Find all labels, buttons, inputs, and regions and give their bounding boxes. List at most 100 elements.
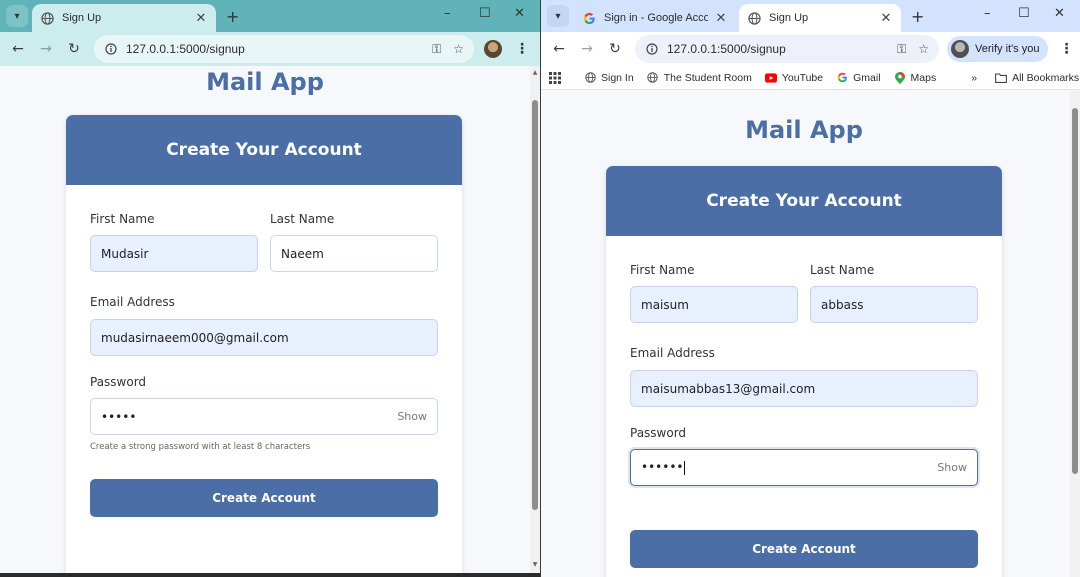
toolbar: ← → ↻ 127.0.0.1:5000/signup ⚿ ☆ ⋮	[0, 32, 540, 66]
password-key-icon[interactable]: ⚿	[432, 42, 441, 57]
menu-kebab-icon[interactable]: ⋮	[1056, 41, 1076, 57]
app-title: Mail App	[745, 116, 863, 144]
new-tab-button[interactable]: +	[911, 7, 924, 26]
app-title: Mail App	[206, 68, 324, 96]
first-name-value: Mudasir	[101, 246, 149, 261]
first-name-input[interactable]: Mudasir	[90, 235, 258, 272]
site-info-icon[interactable]	[104, 42, 118, 56]
menu-kebab-icon[interactable]: ⋮	[512, 41, 532, 57]
forward-arrow-icon[interactable]: →	[32, 35, 60, 63]
last-name-label: Last Name	[270, 212, 335, 226]
card-header: Create Your Account	[66, 115, 462, 185]
first-name-input[interactable]: maisum	[630, 286, 798, 323]
scroll-down-arrow-icon[interactable]: ▼	[531, 561, 539, 569]
scrollbar[interactable]	[1070, 91, 1080, 577]
tab-title: Sign Up	[769, 12, 809, 24]
password-label: Password	[90, 375, 147, 389]
address-bar[interactable]: 127.0.0.1:5000/signup ⚿ ☆	[635, 35, 939, 63]
taskbar-edge	[0, 573, 540, 577]
signup-card: Create Your Account First Name Mudasir L…	[66, 115, 462, 577]
folder-icon	[995, 72, 1008, 84]
email-value: mudasirnaeem000@gmail.com	[101, 330, 289, 345]
last-name-input[interactable]: abbass	[810, 286, 978, 323]
scrollbar-thumb[interactable]	[1072, 108, 1078, 474]
bookmark-star-icon[interactable]: ☆	[453, 42, 464, 56]
new-tab-button[interactable]: +	[226, 7, 239, 26]
forward-arrow-icon[interactable]: →	[573, 35, 601, 63]
email-input[interactable]: mudasirnaeem000@gmail.com	[90, 319, 438, 356]
bookmark-label: YouTube	[781, 71, 824, 84]
site-info-icon[interactable]	[645, 42, 659, 56]
bookmark-label: Sign In	[601, 71, 634, 84]
bookmark-student-room[interactable]: The Student Room	[647, 72, 752, 84]
screen: ▾ Sign Up ✕ + – ☐ ✕ ← → ↻ 127.0.0.1:5000…	[0, 0, 1080, 577]
password-input[interactable]: •••••• Show	[630, 449, 978, 486]
google-g-icon	[582, 11, 596, 25]
verify-label: Verify it's you	[975, 43, 1040, 55]
window-close-icon[interactable]: ✕	[1054, 6, 1065, 21]
tab-search-button[interactable]: ▾	[547, 5, 569, 27]
url-text: 127.0.0.1:5000/signup	[126, 42, 245, 56]
maps-pin-icon	[894, 71, 906, 84]
password-value: ••••••	[641, 460, 684, 475]
reload-icon[interactable]: ↻	[60, 35, 88, 63]
bookmark-label: The Student Room	[663, 71, 752, 84]
first-name-label: First Name	[90, 212, 155, 226]
all-bookmarks-label: All Bookmarks	[1012, 71, 1080, 84]
scrollbar[interactable]: ▲ ▼	[530, 66, 540, 577]
tab-sign-up[interactable]: Sign Up ✕	[32, 4, 216, 32]
create-account-button[interactable]: Create Account	[90, 479, 438, 517]
bookmark-gmail[interactable]: Gmail	[836, 72, 881, 84]
bookmark-star-icon[interactable]: ☆	[918, 42, 929, 56]
address-bar[interactable]: 127.0.0.1:5000/signup ⚿ ☆	[94, 35, 474, 63]
last-name-value: Naeem	[281, 246, 324, 261]
email-input[interactable]: maisumabbas13@gmail.com	[630, 370, 978, 407]
minimize-icon[interactable]: –	[984, 6, 991, 21]
back-arrow-icon[interactable]: ←	[4, 35, 32, 63]
last-name-input[interactable]: Naeem	[270, 235, 438, 272]
close-icon[interactable]: ✕	[194, 10, 208, 26]
password-value-wrap: ••••••	[641, 460, 937, 475]
card-header: Create Your Account	[606, 166, 1002, 236]
reload-icon[interactable]: ↻	[601, 35, 629, 63]
page-viewport: Mail App Create Your Account First Name …	[0, 66, 540, 577]
show-password-toggle[interactable]: Show	[937, 461, 967, 474]
bookmarks-overflow-icon[interactable]: »	[971, 72, 977, 84]
tab-sign-up[interactable]: Sign Up ✕	[739, 4, 901, 32]
email-label: Email Address	[630, 346, 715, 360]
tab-google-sign-in[interactable]: Sign in - Google Accounts ✕	[574, 4, 736, 32]
bookmark-youtube[interactable]: YouTube	[764, 71, 824, 84]
all-bookmarks-button[interactable]: All Bookmarks	[995, 72, 1079, 84]
tab-title: Sign Up	[62, 12, 102, 24]
create-account-button[interactable]: Create Account	[630, 530, 978, 568]
left-browser-window: ▾ Sign Up ✕ + – ☐ ✕ ← → ↻ 127.0.0.1:5000…	[0, 0, 540, 577]
verify-identity-chip[interactable]: Verify it's you	[947, 36, 1049, 62]
show-password-toggle[interactable]: Show	[397, 410, 427, 423]
close-icon[interactable]: ✕	[879, 10, 893, 26]
profile-avatar[interactable]	[484, 40, 502, 58]
page-viewport: Mail App Create Your Account First Name …	[541, 91, 1080, 577]
minimize-icon[interactable]: –	[444, 6, 451, 21]
bookmark-label: Maps	[910, 71, 937, 84]
scrollbar-thumb[interactable]	[532, 100, 538, 510]
profile-avatar	[951, 40, 969, 58]
globe-icon	[747, 11, 761, 25]
scroll-up-arrow-icon[interactable]: ▲	[531, 69, 539, 77]
tab-strip: ▾ Sign in - Google Accounts ✕ Sign Up ✕ …	[541, 0, 1080, 32]
last-name-label: Last Name	[810, 263, 875, 277]
close-icon[interactable]: ✕	[714, 10, 728, 26]
password-key-icon[interactable]: ⚿	[897, 42, 906, 57]
window-close-icon[interactable]: ✕	[514, 6, 525, 21]
password-input[interactable]: ••••• Show	[90, 398, 438, 435]
globe-icon	[647, 72, 659, 84]
back-arrow-icon[interactable]: ←	[545, 35, 573, 63]
password-value: •••••	[101, 409, 137, 424]
first-name-label: First Name	[630, 263, 695, 277]
maximize-icon[interactable]: ☐	[479, 6, 491, 21]
bookmark-maps[interactable]: Maps	[894, 71, 937, 84]
bookmark-sign-in[interactable]: Sign In	[584, 72, 634, 84]
apps-grid-icon[interactable]	[549, 71, 561, 84]
tab-search-button[interactable]: ▾	[6, 5, 28, 27]
url-text: 127.0.0.1:5000/signup	[667, 42, 786, 56]
maximize-icon[interactable]: ☐	[1018, 6, 1030, 21]
